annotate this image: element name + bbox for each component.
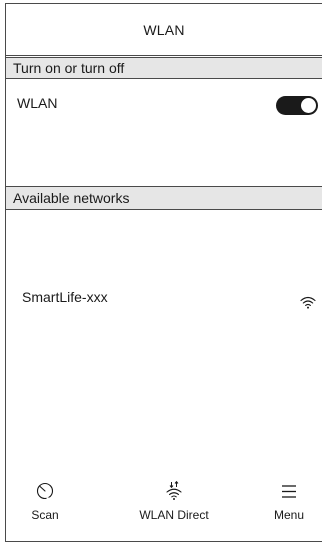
wlan-toggle-row[interactable]: WLAN [6,86,322,115]
section-header-toggle: Turn on or turn off [6,57,322,79]
bottom-toolbar: Scan WLAN Direct Menu [6,472,322,541]
network-list-item[interactable]: SmartLife-xxx [6,279,322,319]
wifi-signal-icon [300,296,316,309]
network-ssid: SmartLife-xxx [22,289,108,305]
section-header-networks: Available networks [6,186,322,210]
title-bar: WLAN [6,4,322,56]
wlan-toggle-switch[interactable] [276,96,318,115]
wlan-direct-button[interactable]: WLAN Direct [124,472,224,522]
scan-icon [36,482,55,502]
section-header-toggle-label: Turn on or turn off [13,60,125,76]
menu-icon [282,485,296,498]
wlan-direct-icon [166,480,182,500]
menu-button[interactable]: Menu [264,472,314,522]
section-header-networks-label: Available networks [13,190,130,206]
wlan-direct-label: WLAN Direct [139,508,209,522]
page-title: WLAN [143,21,185,38]
menu-label: Menu [273,508,305,522]
scan-label: Scan [31,508,59,522]
scan-button[interactable]: Scan [20,472,70,522]
toggle-knob [301,98,316,113]
phone-screen: WLAN Turn on or turn off WLAN Available … [5,3,322,542]
wlan-toggle-label: WLAN [17,95,58,111]
